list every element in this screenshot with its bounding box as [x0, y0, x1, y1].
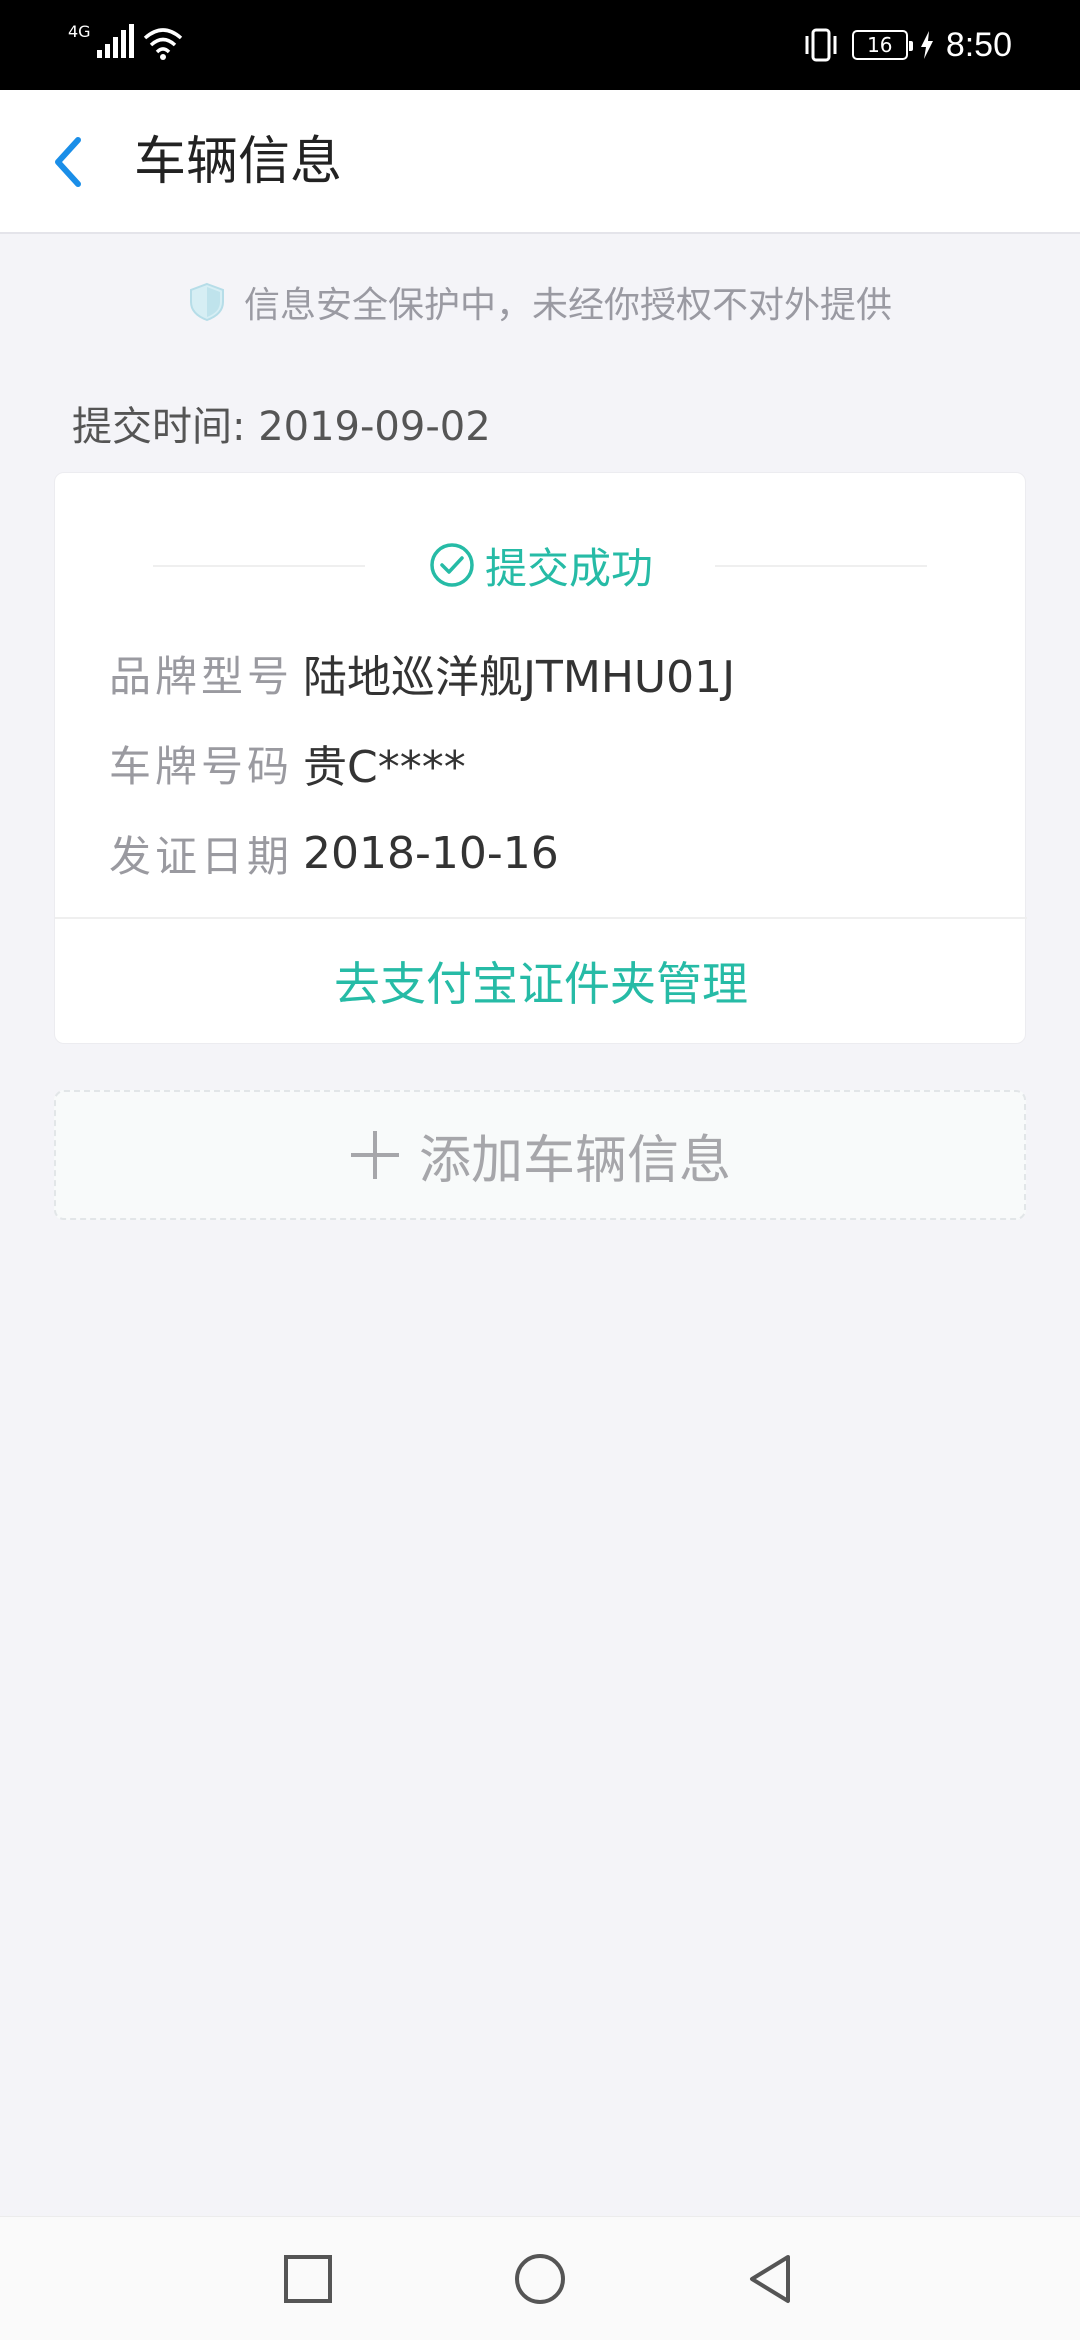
- security-notice: 信息安全保护中，未经你授权不对外提供: [0, 276, 1080, 328]
- square-icon[interactable]: [276, 2247, 340, 2311]
- info-row-brand: 品牌型号 陆地巡洋舰JTMHU01J: [109, 643, 736, 704]
- shield-icon: [189, 282, 224, 322]
- clock: 8:50: [945, 25, 1012, 64]
- info-row-plate: 车牌号码 贵C****: [109, 733, 466, 794]
- info-label: 发证日期: [109, 831, 294, 881]
- circle-icon[interactable]: [508, 2247, 572, 2311]
- vibrate-icon: [805, 28, 837, 62]
- success-text: 提交成功: [484, 543, 653, 593]
- header: 车辆信息: [0, 90, 1080, 234]
- submit-time: 提交时间: 2019-09-02: [72, 404, 491, 450]
- check-circle-icon: [430, 543, 474, 587]
- info-label: 品牌型号: [109, 651, 294, 701]
- security-text: 信息安全保护中，未经你授权不对外提供: [243, 285, 892, 326]
- battery-icon: 16: [851, 30, 913, 60]
- network-type: 4G: [68, 22, 91, 41]
- manage-link[interactable]: 去支付宝证件夹管理: [55, 919, 1027, 1043]
- page-title: 车辆信息: [134, 132, 343, 192]
- info-row-issue-date: 发证日期 2018-10-16: [109, 823, 559, 883]
- wifi-icon: [143, 28, 182, 60]
- charging-icon: [920, 31, 933, 59]
- plus-icon: [350, 1131, 399, 1179]
- nav-bar: [0, 2216, 1080, 2340]
- status-left: 4G: [68, 24, 183, 60]
- info-value: 陆地巡洋舰JTMHU01J: [303, 652, 736, 703]
- success-status: 提交成功: [55, 535, 1027, 595]
- vehicle-card: 提交成功 品牌型号 陆地巡洋舰JTMHU01J 车牌号码 贵C**** 发证日期…: [54, 472, 1027, 1044]
- status-right: 16 8:50: [802, 0, 1012, 90]
- signal-icon: [96, 24, 134, 58]
- battery-level: 16: [867, 33, 893, 57]
- add-vehicle-label: 添加车辆信息: [418, 1130, 731, 1191]
- success-row: 提交成功: [55, 535, 1027, 595]
- status-bar: 4G 16 8:50: [0, 0, 1080, 90]
- info-value: 2018-10-16: [303, 827, 559, 879]
- triangle-back-icon[interactable]: [740, 2247, 804, 2311]
- info-value: 贵C****: [303, 742, 466, 793]
- back-icon[interactable]: [44, 134, 100, 190]
- info-label: 车牌号码: [109, 741, 294, 791]
- add-vehicle-button[interactable]: 添加车辆信息: [54, 1090, 1026, 1220]
